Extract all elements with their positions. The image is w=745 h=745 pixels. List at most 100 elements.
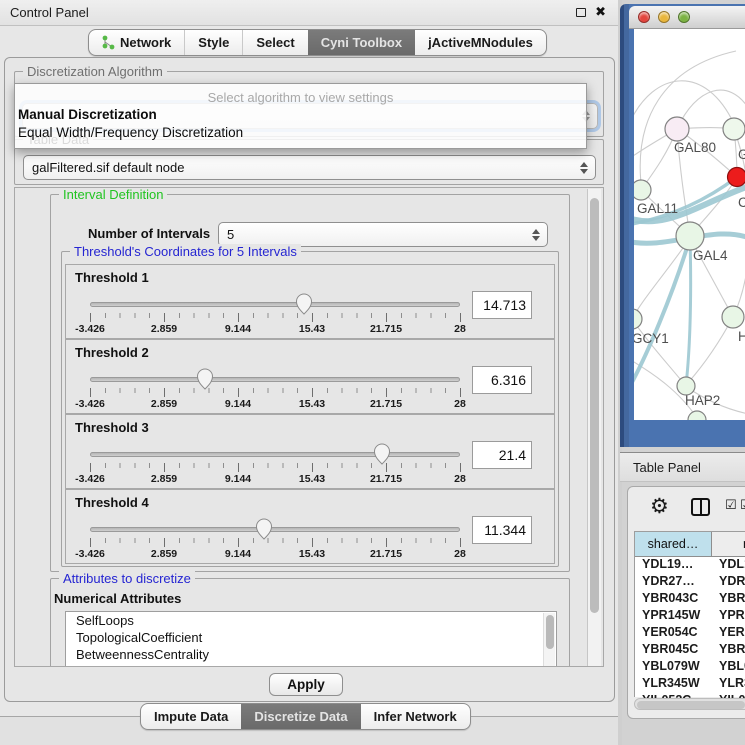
apply-button[interactable]: Apply bbox=[269, 673, 343, 696]
network-window-titlebar bbox=[629, 6, 745, 29]
panel-title: Control Panel bbox=[10, 5, 89, 20]
threshold-3-slider-track[interactable] bbox=[90, 452, 460, 457]
node-gal80[interactable] bbox=[665, 117, 689, 141]
threshold-4-block: Threshold 4 -3.426 2.859 bbox=[65, 489, 555, 564]
minimize-traffic-light-icon[interactable] bbox=[658, 11, 670, 23]
numerical-attributes-list: SelfLoops TopologicalCoefficient Between… bbox=[65, 611, 557, 667]
top-tab-bar: Network Style Select Cyni Toolbox jActiv… bbox=[88, 29, 547, 56]
threshold-2-thumb[interactable] bbox=[196, 368, 214, 390]
interval-definition-group: Interval Definition Number of Intervals … bbox=[50, 194, 570, 572]
tab-cyni-toolbox[interactable]: Cyni Toolbox bbox=[308, 30, 415, 55]
column-header-name[interactable]: n bbox=[712, 532, 745, 557]
table-panel-header: Table Panel bbox=[620, 452, 745, 482]
threshold-1-value-field[interactable]: 14.713 bbox=[472, 291, 532, 319]
tab-impute-data[interactable]: Impute Data bbox=[141, 704, 241, 729]
combo-stepper-icon bbox=[532, 229, 540, 241]
discretization-algorithm-group-title: Discretization Algorithm bbox=[23, 64, 167, 79]
threshold-1-slider-track[interactable] bbox=[90, 302, 460, 307]
list-scrollbar[interactable] bbox=[543, 613, 555, 667]
table-row[interactable]: YDR27…YDR2 bbox=[635, 574, 745, 591]
table-horizontal-scrollbar[interactable] bbox=[634, 698, 745, 710]
threshold-3-block: Threshold 3 -3.426 2.859 bbox=[65, 414, 555, 489]
table-row[interactable]: YBR045CYBR0 bbox=[635, 642, 745, 659]
node-selected-red[interactable] bbox=[728, 168, 745, 187]
tab-style[interactable]: Style bbox=[184, 30, 242, 55]
node-partial-bottom[interactable] bbox=[688, 411, 706, 420]
threshold-4-scale: -3.426 2.859 9.144 15.43 21.715 28 bbox=[90, 548, 460, 560]
threshold-3-label: Threshold 3 bbox=[75, 420, 149, 435]
settings-vertical-scrollbar[interactable] bbox=[587, 189, 601, 666]
threshold-4-label: Threshold 4 bbox=[75, 495, 149, 510]
node-gcy1[interactable] bbox=[634, 309, 642, 329]
gear-icon[interactable]: ⚙ bbox=[650, 494, 669, 518]
menu-item-equal-width-frequency[interactable]: Equal Width/Frequency Discretization bbox=[18, 125, 243, 140]
node-partial-top-right[interactable] bbox=[723, 118, 745, 140]
node-label: H bbox=[738, 329, 745, 344]
threshold-4-thumb[interactable] bbox=[255, 518, 273, 540]
tab-network-label: Network bbox=[120, 35, 171, 50]
threshold-2-slider-track[interactable] bbox=[90, 377, 460, 382]
threshold-2-block: Threshold 2 -3.426 2.859 bbox=[65, 339, 555, 414]
network-canvas[interactable]: GAL80 G C GAL11 GAL4 GCY1 H HAP2 bbox=[634, 29, 745, 420]
control-panel-titlebar: Control Panel ✖ bbox=[0, 0, 618, 26]
threshold-3-value-field[interactable]: 21.4 bbox=[472, 441, 532, 469]
node-label: HAP2 bbox=[685, 393, 720, 408]
network-icon bbox=[102, 35, 115, 50]
split-view-icon[interactable] bbox=[691, 498, 710, 516]
thresholds-group-title: Threshold's Coordinates for 5 Intervals bbox=[70, 244, 301, 259]
network-graph: GAL80 G C GAL11 GAL4 GCY1 H HAP2 bbox=[634, 29, 745, 420]
node-label: G bbox=[738, 147, 745, 162]
table-header-row: shared… n bbox=[635, 532, 745, 557]
node-label: GAL80 bbox=[674, 140, 716, 155]
node-gal11[interactable] bbox=[634, 180, 651, 200]
control-panel: Control Panel ✖ Network Style Select bbox=[0, 0, 618, 745]
tab-infer-network[interactable]: Infer Network bbox=[361, 704, 470, 729]
node-attribute-table: shared… n YDL19…YDL1 YDR27…YDR2 YBR043CY… bbox=[634, 531, 745, 697]
list-item[interactable]: TopologicalCoefficient bbox=[66, 629, 556, 646]
node-label: GAL4 bbox=[693, 248, 728, 263]
attributes-group-title: Attributes to discretize bbox=[59, 571, 195, 586]
threshold-4-slider-track[interactable] bbox=[90, 527, 460, 532]
zoom-traffic-light-icon[interactable] bbox=[678, 11, 690, 23]
number-of-intervals-value: 5 bbox=[227, 227, 234, 242]
threshold-1-thumb[interactable] bbox=[295, 293, 313, 315]
column-header-shared-name[interactable]: shared… bbox=[635, 532, 712, 557]
list-item[interactable]: BetweennessCentrality bbox=[66, 646, 556, 663]
attributes-group: Attributes to discretize Numerical Attri… bbox=[50, 578, 570, 667]
tab-jactivemnodules[interactable]: jActiveMNodules bbox=[415, 30, 546, 55]
numerical-attributes-label: Numerical Attributes bbox=[54, 591, 181, 606]
node-label: C bbox=[738, 195, 745, 210]
screen: Control Panel ✖ Network Style Select bbox=[0, 0, 745, 745]
table-row[interactable]: YDL19…YDL1 bbox=[635, 557, 745, 574]
tab-network[interactable]: Network bbox=[89, 30, 184, 55]
close-traffic-light-icon[interactable] bbox=[638, 11, 650, 23]
threshold-1-scale: -3.426 2.859 9.144 15.43 21.715 28 bbox=[90, 323, 460, 335]
settings-scrollpanel: Interval Definition Number of Intervals … bbox=[14, 187, 604, 667]
checkbox-icon[interactable]: ☑ bbox=[740, 498, 745, 513]
node-gal4[interactable] bbox=[676, 222, 704, 250]
threshold-2-value-field[interactable]: 6.316 bbox=[472, 366, 532, 394]
menu-item-manual-discretization[interactable]: Manual Discretization bbox=[18, 107, 157, 122]
node-h[interactable] bbox=[722, 306, 744, 328]
table-row[interactable]: YBR043CYBR0 bbox=[635, 591, 745, 608]
table-panel: ⚙ ☑ ☑ shared… n YDL19…YDL1 YDR27…YDR2 YB… bbox=[627, 486, 745, 719]
table-row[interactable]: YPR145WYPR1 bbox=[635, 608, 745, 625]
tab-select[interactable]: Select bbox=[242, 30, 307, 55]
interval-definition-title: Interval Definition bbox=[59, 187, 167, 202]
float-window-icon[interactable] bbox=[576, 8, 586, 17]
tab-discretize-data[interactable]: Discretize Data bbox=[241, 704, 360, 729]
table-row[interactable]: YER054CYER0 bbox=[635, 625, 745, 642]
combo-stepper-icon bbox=[580, 162, 588, 174]
node-label: GCY1 bbox=[634, 331, 669, 346]
threshold-4-value-field[interactable]: 11.344 bbox=[472, 516, 532, 544]
threshold-3-thumb[interactable] bbox=[373, 443, 391, 465]
table-row[interactable]: YBL079WYBL0 bbox=[635, 659, 745, 676]
checkbox-icon[interactable]: ☑ bbox=[725, 498, 737, 513]
list-item[interactable]: SelfLoops bbox=[66, 612, 556, 629]
threshold-2-scale: -3.426 2.859 9.144 15.43 21.715 28 bbox=[90, 398, 460, 410]
algorithm-placeholder: Select algorithm to view settings bbox=[15, 90, 586, 105]
table-row[interactable]: YLR345WYLR3 bbox=[635, 676, 745, 693]
close-icon[interactable]: ✖ bbox=[595, 4, 606, 20]
threshold-1-label: Threshold 1 bbox=[75, 270, 149, 285]
table-data-combobox[interactable]: galFiltered.sif default node bbox=[23, 155, 596, 180]
